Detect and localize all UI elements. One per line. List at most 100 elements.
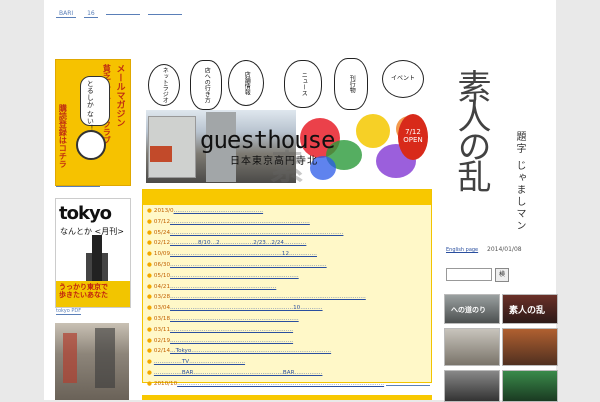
top-link-bari[interactable]: BARI (56, 10, 77, 18)
news-link[interactable]: ………………………………………………………………………………………………… (177, 381, 384, 387)
thumb-shiroto[interactable]: 素人の乱 (502, 294, 558, 324)
news-item[interactable]: ● 03/04…………………………………………………………10………… (147, 305, 427, 316)
news-list: ● 2013/0………………………………………… ● 07/12……………………………… (147, 208, 427, 392)
header-bubble-directions[interactable]: 店への行き方 (190, 60, 222, 110)
news-item[interactable]: ● 06/30………………………………………………………………………… (147, 262, 427, 273)
street-sign (63, 333, 77, 383)
thumb-photo-4[interactable] (502, 328, 558, 366)
news-item[interactable]: ● 2013/0………………………………………… (147, 208, 427, 219)
top-link-16[interactable]: 16 (84, 10, 98, 18)
bullet-icon: ● (147, 229, 152, 236)
news-date: 03/18 (153, 315, 171, 322)
news-link[interactable]: ………………………………………………………… (170, 338, 293, 344)
calligraphy-title: 素人の乱 (451, 69, 491, 189)
news-date: 02/19 (153, 337, 171, 344)
news-link[interactable]: ……………………………………………………12…………… (170, 251, 317, 257)
news-more-link[interactable] (386, 385, 430, 388)
news-item[interactable]: ● 02/14…Tokyo………………………………………………………………… (147, 348, 427, 359)
top-links: BARI 16 (56, 10, 188, 18)
news-date: 10/09 (153, 251, 171, 258)
news-item[interactable]: ● 03/11………………………………………………………… (147, 327, 427, 338)
news-link[interactable]: ………………………………………………………… (170, 327, 293, 333)
tokyo-nantoka-banner[interactable]: tokyo なんとか <月刊> うっかり東京で 歩きたいあなた (55, 198, 131, 308)
news-date: 07/12 (153, 218, 171, 225)
news-date: 05/10 (153, 272, 171, 279)
header-bubble-publications[interactable]: 刊行物 (334, 58, 368, 110)
bullet-icon: ● (147, 294, 152, 301)
news-link[interactable]: ……………BAR…………………………………………BAR…………… (154, 370, 323, 376)
news-item[interactable]: ● 03/28…………………………………………………………………………………………… (147, 294, 427, 305)
bullet-icon: ● (147, 272, 152, 279)
top-link-4[interactable] (147, 14, 182, 15)
search-button[interactable]: 検 (495, 268, 509, 282)
bullet-icon: ● (147, 337, 152, 344)
news-item[interactable]: ● 2010/10……………………………………………………………………………………… (147, 381, 427, 392)
bullet-icon: ● (147, 326, 152, 333)
news-link[interactable]: ………………………………………………………………… (170, 219, 310, 225)
header-bubble-events[interactable]: イベント (382, 60, 424, 98)
news-item[interactable]: ● 03/18…………………………………………………………… (147, 316, 427, 327)
bullet-icon: ● (147, 369, 152, 376)
news-item[interactable]: ● 05/10…………………………………………………………… (147, 273, 427, 284)
news-date: 03/11 (153, 326, 171, 333)
bullet-icon: ● (147, 348, 152, 355)
photo-shopfront (150, 146, 172, 162)
news-link[interactable]: ………………………………………… (174, 208, 264, 214)
bullet-icon: ● (147, 305, 152, 312)
news-date: 04/21 (153, 283, 171, 290)
banner2-footer-line2: 歩きたいあなた (59, 291, 108, 300)
search-input[interactable] (446, 268, 492, 281)
news-link[interactable]: ………………………………………………… (170, 284, 276, 290)
bullet-icon: ● (147, 240, 152, 247)
news-link[interactable]: …………………………………………………………10………… (170, 305, 323, 311)
paint-splat-yellow (356, 114, 390, 148)
header-bubble-shopinfo[interactable]: 店舗情報 (228, 60, 264, 106)
news-date: 02/14 (153, 348, 171, 355)
bullet-icon: ● (147, 218, 152, 225)
bullet-icon: ● (147, 208, 152, 214)
bullet-icon: ● (147, 380, 152, 387)
mail-magazine-banner[interactable]: メールマガジン 貧乏人ファイトクラブ とるしか ない！ 購読登録はコチラ (55, 59, 131, 186)
thumb-photo-6[interactable] (502, 370, 558, 402)
news-panel: ● 2013/0………………………………………… ● 07/12……………………………… (142, 189, 432, 387)
news-link[interactable]: ………………………………………………………………………………… (170, 230, 343, 236)
news-date: 02/12 (153, 240, 171, 247)
thumb-photo-5[interactable] (444, 370, 500, 402)
news-link[interactable]: …………………………………………………………………………………………… (170, 294, 366, 300)
thumb-directions-label: への道のり (451, 306, 486, 314)
news-date: 2013/0 (153, 208, 174, 214)
news-item[interactable]: ● 10/09……………………………………………………12…………… (147, 251, 427, 262)
news-item[interactable]: ● 05/24………………………………………………………………………………… (147, 230, 427, 241)
news-date: 03/04 (153, 305, 171, 312)
thumb-photo-3[interactable] (444, 328, 500, 366)
news-link[interactable]: ……………TV………………………… (154, 359, 245, 365)
calligraphy-author: 題字 じゃましマン (514, 131, 525, 233)
banner-text-mailmag: メールマガジン (114, 64, 125, 127)
bullet-icon: ● (147, 261, 152, 268)
news-link[interactable]: ………………………………………………………………………… (170, 262, 327, 268)
news-link[interactable]: …Tokyo………………………………………………………………… (170, 348, 331, 354)
news-link[interactable]: ……………8/10…2………………2/23…2/24………… (170, 240, 306, 246)
bullet-icon: ● (147, 315, 152, 322)
news-item[interactable]: ● 07/12………………………………………………………………… (147, 219, 427, 230)
news-date: 2010/10 (153, 380, 178, 387)
news-item[interactable]: ● ……………BAR…………………………………………BAR…………… (147, 370, 427, 381)
street-building (95, 328, 115, 388)
thumb-directions[interactable]: への道のり (444, 294, 500, 324)
tokyo-pdf-link[interactable]: tokyo PDF (56, 308, 82, 315)
calligraphy-panel: 素人の乱 題字 じゃましマン (444, 59, 556, 239)
top-link-3[interactable] (105, 14, 140, 15)
speech-bubble (80, 76, 110, 126)
news-date: 03/28 (153, 294, 171, 301)
bullet-icon: ● (147, 283, 152, 290)
news-link[interactable]: …………………………………………………………… (170, 316, 299, 322)
english-page-link[interactable]: English page (446, 247, 478, 253)
news-item[interactable]: ● 04/21………………………………………………… (147, 284, 427, 295)
news-item[interactable]: ● 02/12……………8/10…2………………2/23…2/24………… (147, 240, 427, 251)
news-link[interactable]: …………………………………………………………… (170, 273, 299, 279)
news-item[interactable]: ● 02/19………………………………………………………… (147, 338, 427, 349)
news-item[interactable]: ● ……………TV………………………… (147, 359, 427, 370)
header-bubble-news[interactable]: ニュース (284, 60, 322, 108)
header-bubble-radio[interactable]: ネットラジオ (148, 64, 180, 106)
banner1-link[interactable] (56, 186, 100, 187)
